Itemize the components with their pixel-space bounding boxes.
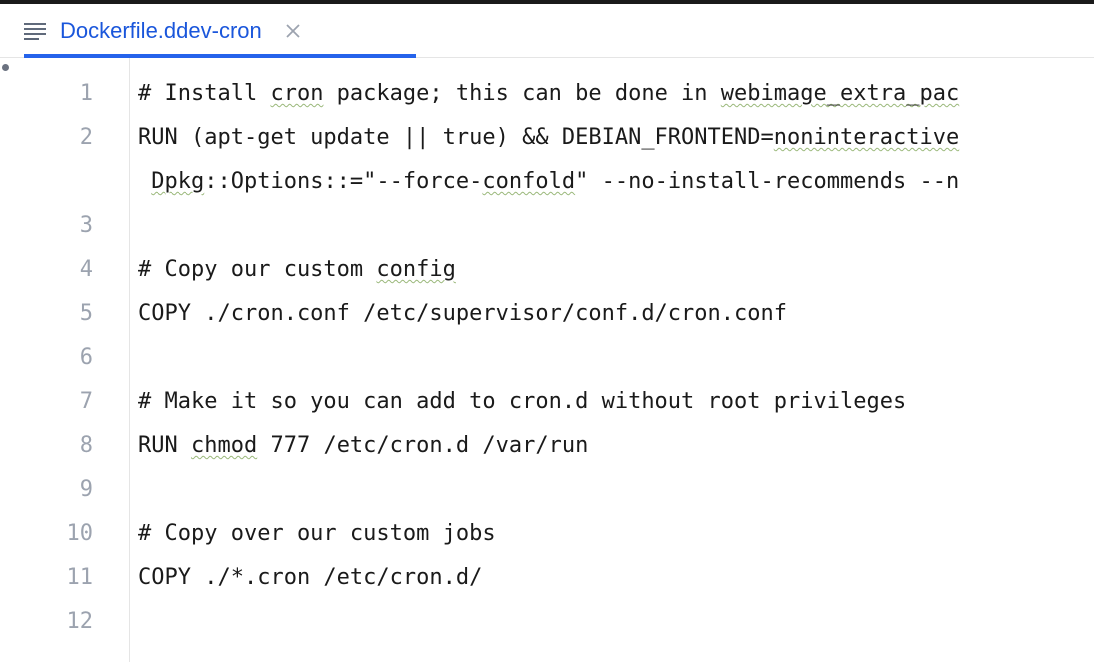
file-lines-icon: [24, 22, 46, 40]
line-number-gutter: 123456789101112: [0, 58, 130, 662]
code-line: # Copy over our custom jobs: [138, 512, 1094, 556]
line-number: 10: [0, 512, 93, 556]
line-number: 4: [0, 248, 93, 292]
line-number: [0, 160, 93, 204]
code-line: [138, 336, 1094, 380]
code-line: COPY ./cron.conf /etc/supervisor/conf.d/…: [138, 292, 1094, 336]
code-line: [138, 204, 1094, 248]
line-number: 7: [0, 380, 93, 424]
line-number: 5: [0, 292, 93, 336]
tab-title: Dockerfile.ddev-cron: [60, 18, 262, 44]
code-line: [138, 468, 1094, 512]
line-number: 1: [0, 72, 93, 116]
line-number: 12: [0, 600, 93, 644]
code-line: # Make it so you can add to cron.d witho…: [138, 380, 1094, 424]
line-number: 3: [0, 204, 93, 248]
line-number: 2: [0, 116, 93, 160]
code-content[interactable]: # Install cron package; this can be done…: [130, 58, 1094, 662]
code-line: RUN chmod 777 /etc/cron.d /var/run: [138, 424, 1094, 468]
line-number: 11: [0, 556, 93, 600]
code-line: COPY ./*.cron /etc/cron.d/: [138, 556, 1094, 600]
code-line: Dpkg::Options::="--force-confold" --no-i…: [138, 160, 1094, 204]
tab-active[interactable]: Dockerfile.ddev-cron: [24, 4, 300, 57]
code-line: RUN (apt-get update || true) && DEBIAN_F…: [138, 116, 1094, 160]
editor-area: 123456789101112 # Install cron package; …: [0, 58, 1094, 662]
line-number: 8: [0, 424, 93, 468]
close-icon[interactable]: [286, 24, 300, 38]
code-line: [138, 600, 1094, 644]
code-line: # Copy our custom config: [138, 248, 1094, 292]
line-number: 9: [0, 468, 93, 512]
line-number: 6: [0, 336, 93, 380]
tab-bar: Dockerfile.ddev-cron: [0, 4, 1094, 58]
code-line: # Install cron package; this can be done…: [138, 72, 1094, 116]
